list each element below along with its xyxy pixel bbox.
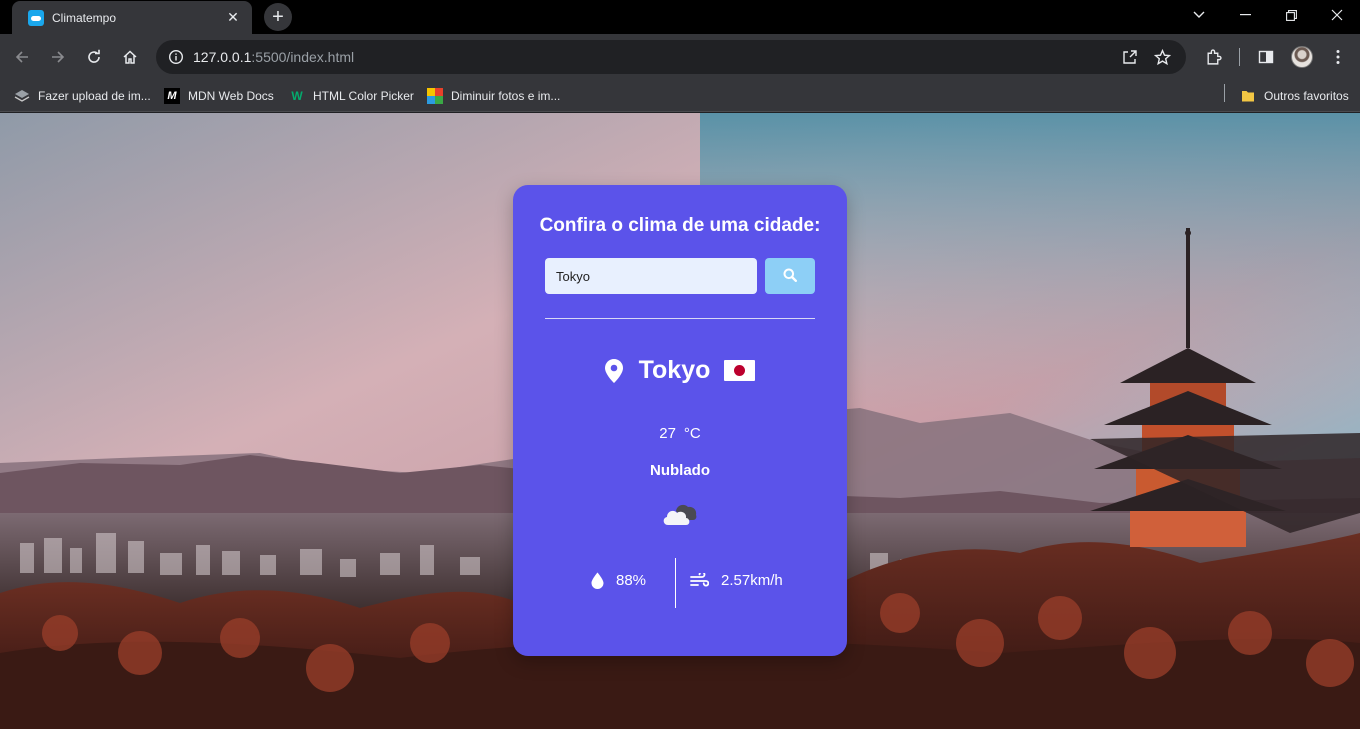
bookmark-label: Diminuir fotos e im... <box>451 89 561 103</box>
w3-icon: W <box>291 89 303 103</box>
other-bookmarks[interactable]: Outros favoritos <box>1240 85 1349 107</box>
bookmark-label: MDN Web Docs <box>188 89 274 103</box>
bookmark-star-icon[interactable] <box>1150 45 1174 69</box>
mdn-icon: M <box>164 88 180 104</box>
toolbar-divider <box>1239 48 1240 66</box>
bookmark-item[interactable]: W HTML Color Picker <box>289 85 414 107</box>
city-search-input[interactable] <box>545 258 757 294</box>
humidity-value: 88% <box>616 572 647 589</box>
url-path: :5500/index.html <box>251 49 355 65</box>
tab-title: Climatempo <box>52 10 117 25</box>
weather-description: Nublado <box>650 462 710 479</box>
humidity: 88% <box>591 572 646 589</box>
water-drop-icon <box>591 572 604 589</box>
temperature: 27 °C <box>513 425 847 442</box>
location-pin-icon <box>604 358 623 383</box>
side-panel-icon[interactable] <box>1254 45 1278 69</box>
weather-details: 88% 2.57km/h <box>513 558 847 608</box>
forward-arrow-icon[interactable] <box>46 45 70 69</box>
cloudy-icon <box>663 504 697 525</box>
wind-value: 2.57km/h <box>721 572 783 589</box>
bookmarks-divider <box>1224 84 1225 102</box>
back-arrow-icon[interactable] <box>10 45 34 69</box>
close-window-icon[interactable] <box>1314 0 1360 30</box>
other-bookmarks-label: Outros favoritos <box>1264 89 1349 103</box>
folder-icon <box>1240 88 1256 104</box>
browser-tab[interactable]: Climatempo ✕ <box>12 1 252 34</box>
home-icon[interactable] <box>118 45 142 69</box>
card-divider <box>545 318 815 319</box>
bookmarks-bar: Fazer upload de im... M MDN Web Docs W H… <box>0 80 1360 112</box>
url-host: 127.0.0.1 <box>193 49 252 65</box>
search-icon <box>783 268 797 285</box>
tab-search-icon[interactable] <box>1176 0 1222 30</box>
bookmark-label: HTML Color Picker <box>313 89 414 103</box>
share-icon[interactable] <box>1118 45 1142 69</box>
wind-icon <box>690 573 709 587</box>
title-bar: Climatempo ✕ + <box>0 0 1360 34</box>
bookmark-item[interactable]: Fazer upload de im... <box>14 85 151 107</box>
address-bar[interactable]: 127.0.0.1:5500/index.html <box>156 40 1186 74</box>
japan-flag-icon <box>724 360 756 381</box>
new-tab-button[interactable]: + <box>264 3 292 31</box>
profile-avatar[interactable] <box>1291 46 1313 68</box>
minimize-icon[interactable] <box>1222 0 1268 30</box>
city-row: Tokyo <box>513 356 847 385</box>
search-button[interactable] <box>765 258 815 294</box>
url-text[interactable]: 127.0.0.1:5500/index.html <box>193 49 354 65</box>
temperature-value: 27 <box>659 425 676 442</box>
reload-icon[interactable] <box>82 45 106 69</box>
restore-icon[interactable] <box>1268 0 1314 30</box>
bookmark-item[interactable]: Diminuir fotos e im... <box>427 85 560 107</box>
bookmark-item[interactable]: M MDN Web Docs <box>164 85 274 107</box>
site-info-icon[interactable] <box>164 45 188 69</box>
city-name: Tokyo <box>638 356 711 384</box>
details-divider <box>675 558 676 608</box>
cloud-favicon-icon <box>28 9 44 26</box>
wind: 2.57km/h <box>690 572 783 589</box>
temperature-unit: °C <box>683 425 701 442</box>
stack-icon <box>14 88 30 104</box>
easy-icon <box>427 88 443 104</box>
menu-kebab-icon[interactable] <box>1326 45 1350 69</box>
browser-toolbar: 127.0.0.1:5500/index.html <box>0 34 1360 80</box>
weather-card: Confira o clima de uma cidade: Tokyo 27 °… <box>513 185 847 656</box>
extensions-icon[interactable] <box>1201 45 1225 69</box>
bookmark-label: Fazer upload de im... <box>38 89 151 103</box>
close-tab-icon[interactable]: ✕ <box>224 9 242 27</box>
page-viewport: Confira o clima de uma cidade: Tokyo 27 °… <box>0 113 1360 729</box>
card-heading: Confira o clima de uma cidade: <box>539 215 821 236</box>
